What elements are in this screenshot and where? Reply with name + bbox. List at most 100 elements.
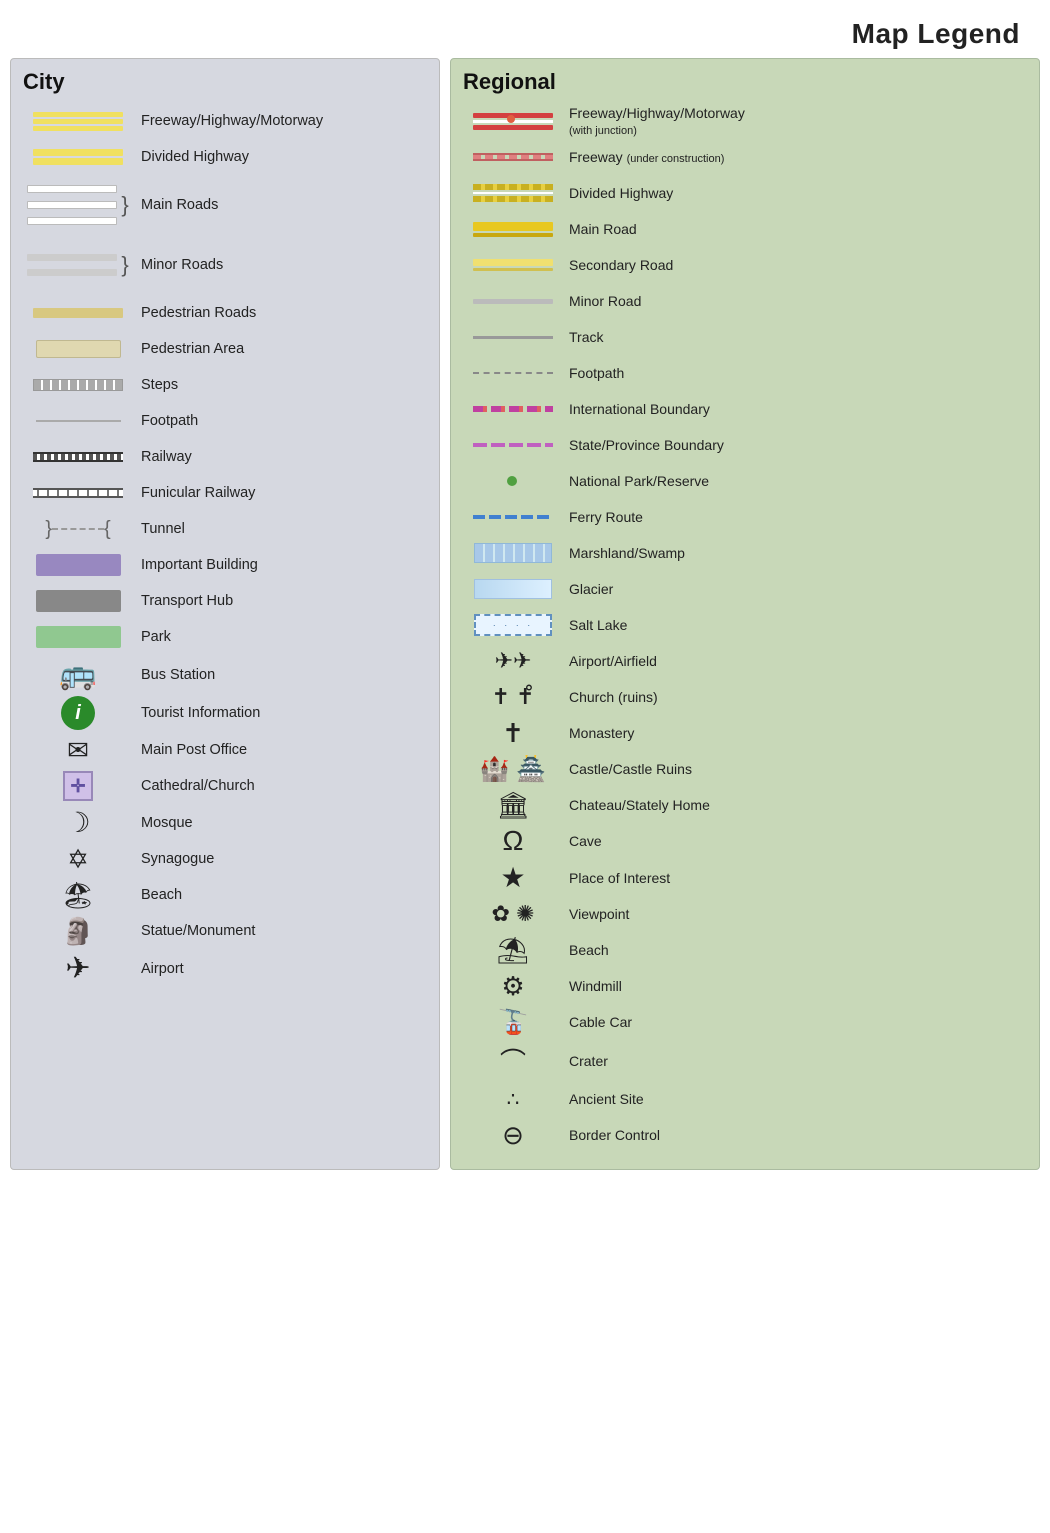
regional-panel: Regional Freeway/Highway/Motorway(with j… xyxy=(450,58,1040,1170)
symbol-church-ruins: ✝ ✝̊ xyxy=(463,684,563,710)
symbol-funicular xyxy=(23,488,133,498)
list-item: Ferry Route xyxy=(463,499,1027,535)
label-important-building: Important Building xyxy=(133,557,427,573)
list-item: ✈✈ Airport/Airfield xyxy=(463,643,1027,679)
symbol-minor-roads: } xyxy=(23,254,133,276)
symbol-reg-track xyxy=(463,336,563,339)
ancient-site-icon: ∴ xyxy=(507,1087,520,1112)
list-item: Railway xyxy=(23,439,427,475)
symbol-cable-car: 🚡 xyxy=(463,1008,563,1037)
label-church-ruins: Church (ruins) xyxy=(563,689,1027,705)
symbol-monastery: ✝ xyxy=(463,718,563,749)
list-item: } Minor Roads xyxy=(23,235,427,295)
list-item: 🏰 🏯 Castle/Castle Ruins xyxy=(463,751,1027,787)
reg-beach-icon: ⛱ xyxy=(496,935,529,966)
symbol-park xyxy=(23,626,133,648)
label-cave: Cave xyxy=(563,833,1027,849)
symbol-chateau: 🏛 xyxy=(463,790,563,821)
label-salt-lake: Salt Lake xyxy=(563,617,1027,633)
list-item: Marshland/Swamp xyxy=(463,535,1027,571)
list-item: ☽ Mosque xyxy=(23,804,427,841)
symbol-reg-minor xyxy=(463,299,563,304)
list-item: Park xyxy=(23,619,427,655)
symbol-glacier xyxy=(463,579,563,599)
label-castle: Castle/Castle Ruins xyxy=(563,761,1027,777)
label-marsh: Marshland/Swamp xyxy=(563,545,1027,561)
symbol-airports: ✈✈ xyxy=(463,648,563,674)
label-steps: Steps xyxy=(133,377,427,393)
symbol-nat-park xyxy=(463,476,563,486)
label-reg-beach: Beach xyxy=(563,942,1027,958)
cave-icon: Ω xyxy=(503,825,524,857)
symbol-reg-beach: ⛱ xyxy=(463,935,563,966)
symbol-reg-secondary xyxy=(463,259,563,271)
list-item: Pedestrian Roads xyxy=(23,295,427,331)
label-reg-main: Main Road xyxy=(563,221,1027,237)
symbol-intl-boundary xyxy=(463,406,563,412)
regional-title: Regional xyxy=(463,69,1027,95)
border-control-icon: ⊖ xyxy=(502,1120,524,1151)
list-item: · · · · Salt Lake xyxy=(463,607,1027,643)
symbol-divided xyxy=(23,149,133,165)
symbol-salt-lake: · · · · xyxy=(463,614,563,636)
symbol-ancient-site: ∴ xyxy=(463,1087,563,1112)
list-item: Secondary Road xyxy=(463,247,1027,283)
list-item: ✝ ✝̊ Church (ruins) xyxy=(463,679,1027,715)
list-item: Freeway (under construction) xyxy=(463,139,1027,175)
crater-icon: ⌒ xyxy=(500,1042,526,1079)
label-windmill: Windmill xyxy=(563,978,1027,994)
label-bus-station: Bus Station xyxy=(133,667,427,683)
list-item: International Boundary xyxy=(463,391,1027,427)
symbol-tunnel: } { xyxy=(23,518,133,541)
list-item: Footpath xyxy=(463,355,1027,391)
label-transport-hub: Transport Hub xyxy=(133,593,427,609)
label-ferry: Ferry Route xyxy=(563,509,1027,525)
label-funicular: Funicular Railway xyxy=(133,485,427,501)
symbol-marsh xyxy=(463,543,563,563)
symbol-windmill: ⚙ xyxy=(463,971,563,1002)
symbol-statue: 🗿 xyxy=(23,916,133,947)
label-cable-car: Cable Car xyxy=(563,1014,1027,1030)
monastery-icon: ✝ xyxy=(502,718,524,749)
label-tunnel: Tunnel xyxy=(133,521,427,537)
list-item: 🚡 Cable Car xyxy=(463,1004,1027,1040)
list-item: 🏛 Chateau/Stately Home xyxy=(463,787,1027,823)
list-item: 🏖 Beach xyxy=(23,877,427,913)
list-item: Freeway/Highway/Motorway xyxy=(23,103,427,139)
list-item: 🗿 Statue/Monument xyxy=(23,913,427,949)
list-item: } { Tunnel xyxy=(23,511,427,547)
symbol-steps xyxy=(23,379,133,391)
label-footpath: Footpath xyxy=(133,413,427,429)
label-state-boundary: State/Province Boundary xyxy=(563,437,1027,453)
label-reg-secondary: Secondary Road xyxy=(563,257,1027,273)
label-synagogue: Synagogue xyxy=(133,851,427,867)
list-item: Ω Cave xyxy=(463,823,1027,859)
list-item: } Main Roads xyxy=(23,175,427,235)
list-item: National Park/Reserve xyxy=(463,463,1027,499)
label-divided: Divided Highway xyxy=(133,149,427,165)
list-item: ∴ Ancient Site xyxy=(463,1081,1027,1117)
church-icon: ✝ ✝̊ xyxy=(492,684,535,710)
label-crater: Crater xyxy=(563,1053,1027,1069)
list-item: Pedestrian Area xyxy=(23,331,427,367)
symbol-transport-hub xyxy=(23,590,133,612)
cable-car-icon: 🚡 xyxy=(498,1008,528,1037)
label-pedestrian-roads: Pedestrian Roads xyxy=(133,305,427,321)
symbol-pedestrian-roads xyxy=(23,308,133,318)
crescent-icon: ☽ xyxy=(65,806,90,839)
symbol-important-building xyxy=(23,554,133,576)
label-beach-city: Beach xyxy=(133,887,427,903)
symbol-reg-divided xyxy=(463,184,563,202)
airport-reg-icon: ✈✈ xyxy=(495,648,532,674)
city-title: City xyxy=(23,69,427,95)
symbol-post-office: ✉ xyxy=(23,735,133,766)
list-item: ✈ Airport xyxy=(23,949,427,988)
page-title: Map Legend xyxy=(0,0,1050,58)
symbol-reg-freeway-construction xyxy=(463,153,563,161)
label-border-control: Border Control xyxy=(563,1127,1027,1143)
label-airport-city: Airport xyxy=(133,961,427,977)
list-item: State/Province Boundary xyxy=(463,427,1027,463)
label-reg-freeway: Freeway/Highway/Motorway(with junction) xyxy=(563,105,1027,137)
list-item: ✛ Cathedral/Church xyxy=(23,768,427,804)
symbol-crater: ⌒ xyxy=(463,1042,563,1079)
